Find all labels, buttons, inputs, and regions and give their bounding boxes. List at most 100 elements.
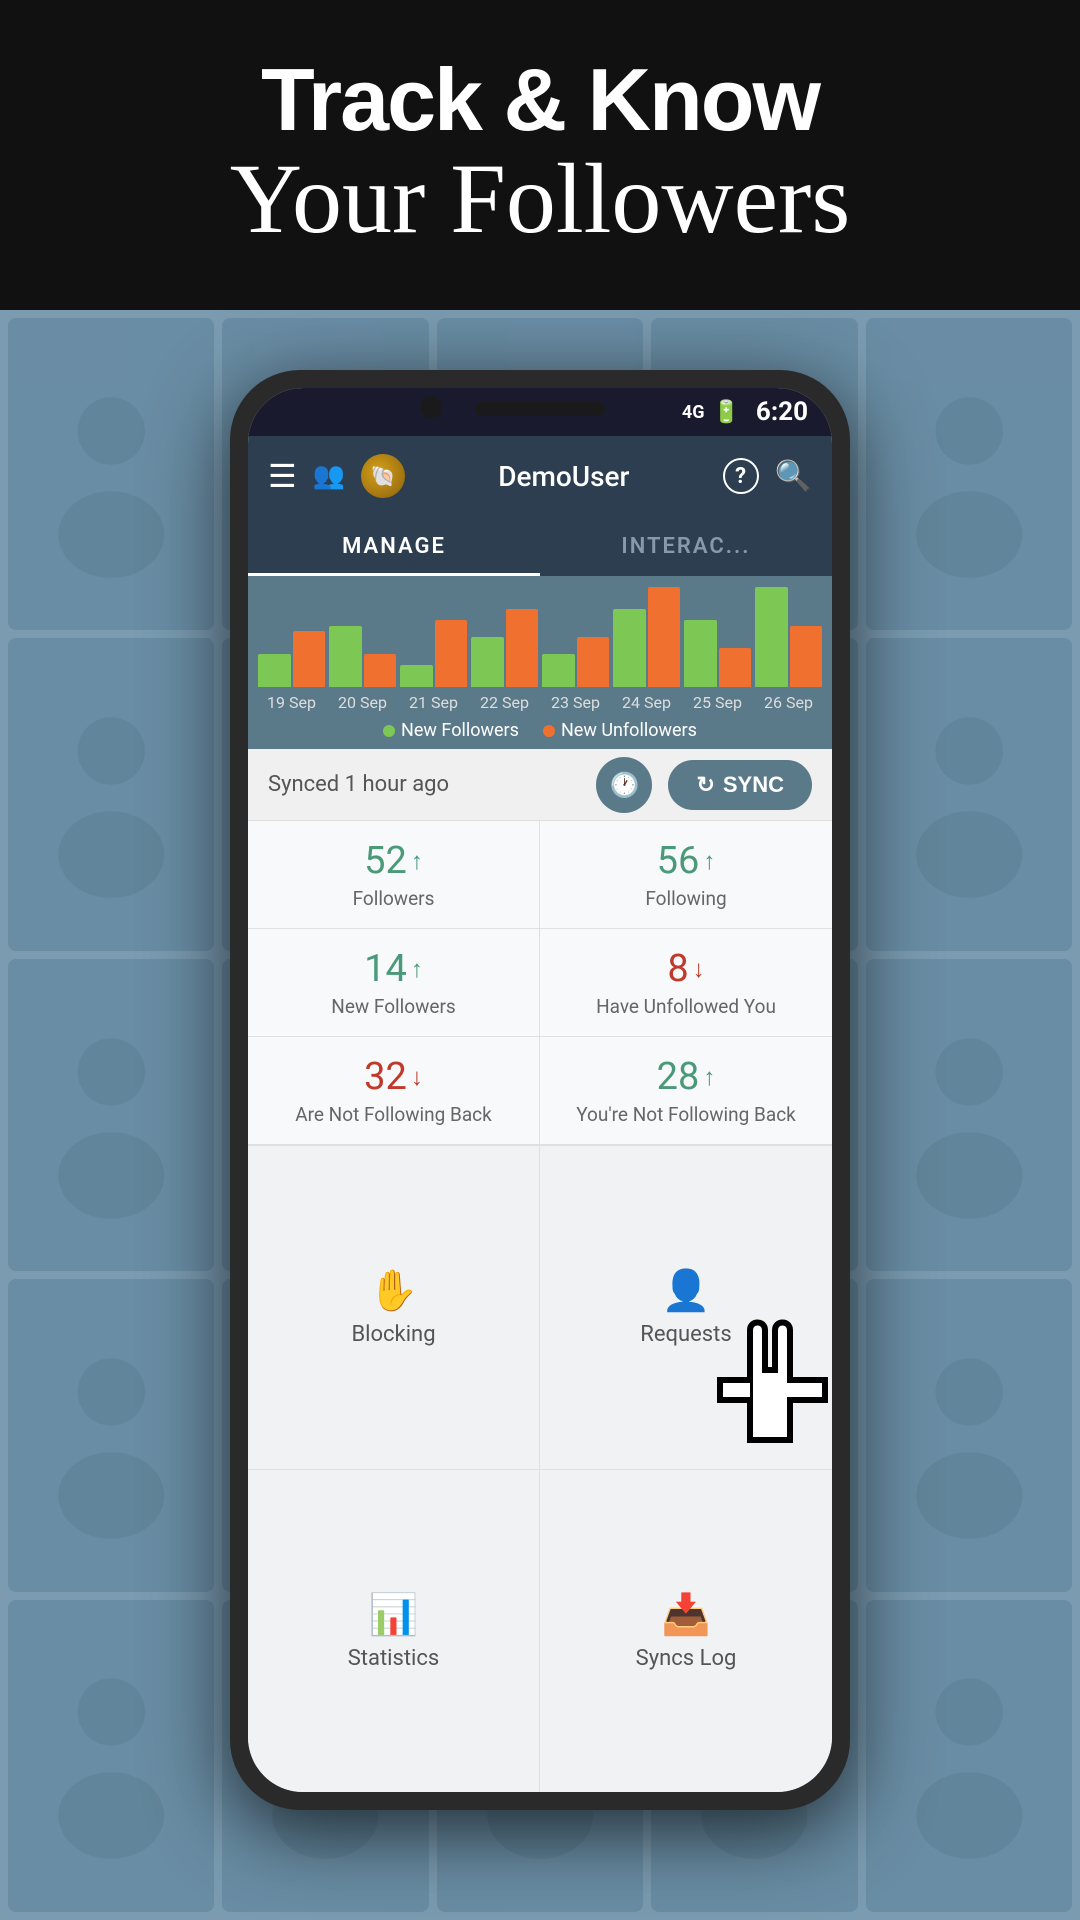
avatar: 🐚: [361, 454, 405, 498]
chart-area: 19 Sep 20 Sep 21 Sep 22 Sep 23 Sep 24 Se…: [248, 576, 832, 749]
legend-new-followers: New Followers: [383, 720, 519, 741]
stat-label: Followers: [258, 887, 529, 910]
stat-cell[interactable]: 32↓ Are Not Following Back: [248, 1037, 540, 1145]
sync-bar: Synced 1 hour ago 🕐 ↻ SYNC: [248, 749, 832, 821]
chart-bars-pair: [613, 587, 680, 687]
hero-section: Track & Know Your Followers: [0, 0, 1080, 310]
stat-label: New Followers: [258, 995, 529, 1018]
chart-legend: New Followers New Unfollowers: [258, 720, 822, 741]
phone-screen: 4G 🔋 6:20 ☰ 👥 🐚 DemoUser ? 🔍: [248, 388, 832, 1792]
bar-orange: [364, 654, 397, 687]
stat-label: Are Not Following Back: [258, 1103, 529, 1126]
stat-cell[interactable]: 8↓ Have Unfollowed You: [540, 929, 832, 1037]
chart-date-label: 20 Sep: [338, 693, 387, 712]
stat-label: You're Not Following Back: [550, 1103, 822, 1126]
phone-mockup: 4G 🔋 6:20 ☰ 👥 🐚 DemoUser ? 🔍: [230, 370, 850, 1810]
bottom-cell-label: Blocking: [351, 1322, 435, 1347]
chart-date-label: 26 Sep: [764, 693, 813, 712]
bar-green: [471, 637, 504, 687]
bottom-icon-blocking[interactable]: ✋ Blocking: [248, 1145, 540, 1469]
help-icon[interactable]: ?: [723, 458, 759, 494]
stat-cell[interactable]: 14↑ New Followers: [248, 929, 540, 1037]
arrow-up-icon: ↑: [703, 847, 715, 876]
chart-bars-pair: [755, 587, 822, 687]
chart-bars-pair: [329, 626, 396, 687]
stat-number: 56↑: [550, 839, 822, 883]
legend-dot-orange: [543, 725, 555, 737]
bar-green: [542, 654, 575, 687]
stat-cell[interactable]: 52↑ Followers: [248, 821, 540, 929]
stat-number: 28↑: [550, 1055, 822, 1099]
chart-bars-pair: [400, 620, 467, 687]
chart-group: 26 Sep: [755, 587, 822, 712]
chart-group: 19 Sep: [258, 631, 325, 712]
bar-green: [684, 620, 717, 687]
tab-interact[interactable]: INTERAC...: [540, 516, 832, 576]
bottom-cell-label: Statistics: [348, 1646, 440, 1671]
phone-speaker: [475, 402, 605, 416]
hero-line1: Track & Know: [261, 56, 819, 144]
bottom-cell-icon: 👤: [661, 1267, 711, 1314]
chart-date-label: 25 Sep: [693, 693, 742, 712]
phone-outer: 4G 🔋 6:20 ☰ 👥 🐚 DemoUser ? 🔍: [230, 370, 850, 1810]
sync-text: Synced 1 hour ago: [268, 772, 580, 797]
avatar-cell: [8, 318, 214, 630]
bar-orange: [648, 587, 681, 687]
app-header: ☰ 👥 🐚 DemoUser ? 🔍: [248, 436, 832, 516]
bottom-icon-statistics[interactable]: 📊 Statistics: [248, 1469, 540, 1793]
status-time: 6:20: [756, 397, 808, 427]
avatar-cell: [8, 959, 214, 1271]
sync-history-button[interactable]: 🕐: [596, 757, 652, 813]
tab-bar: MANAGE INTERAC...: [248, 516, 832, 576]
sync-button[interactable]: ↻ SYNC: [668, 760, 812, 810]
bar-green: [329, 626, 362, 687]
avatar-cell: [866, 318, 1072, 630]
chart-date-label: 22 Sep: [480, 693, 529, 712]
bottom-cell-label: Requests: [640, 1322, 731, 1347]
avatar-cell: [866, 638, 1072, 950]
bar-green: [755, 587, 788, 687]
stats-grid: 52↑ Followers 56↑ Following 14↑ New Foll…: [248, 821, 832, 1145]
bar-green: [258, 654, 291, 687]
bar-orange: [719, 648, 752, 687]
bottom-icon-requests[interactable]: 👤 Requests: [540, 1145, 832, 1469]
avatar-cell: [866, 1600, 1072, 1912]
chart-bars-pair: [542, 637, 609, 687]
stat-label: Have Unfollowed You: [550, 995, 822, 1018]
tab-manage[interactable]: MANAGE: [248, 516, 540, 576]
chart-bars-pair: [258, 631, 325, 687]
header-actions: ? 🔍: [723, 458, 812, 494]
stat-cell[interactable]: 28↑ You're Not Following Back: [540, 1037, 832, 1145]
bottom-cell-icon: 📊: [369, 1591, 419, 1638]
avatar-cell: [8, 1600, 214, 1912]
chart-group: 23 Sep: [542, 637, 609, 712]
chart-date-label: 24 Sep: [622, 693, 671, 712]
bottom-icons: ✋ Blocking 👤 Requests 📊 Statistics 📥 Syn…: [248, 1145, 832, 1792]
arrow-up-icon: ↑: [411, 847, 423, 876]
chart-bars-pair: [684, 620, 751, 687]
avatar-cell: [866, 959, 1072, 1271]
chart-group: 22 Sep: [471, 609, 538, 712]
avatar-cell: [866, 1279, 1072, 1591]
search-icon[interactable]: 🔍: [775, 459, 812, 494]
chart-group: 21 Sep: [400, 620, 467, 712]
users-icon[interactable]: 👥: [313, 461, 345, 491]
status-icons: 4G 🔋 6:20: [682, 397, 808, 427]
chart-group: 20 Sep: [329, 626, 396, 712]
stat-number: 8↓: [550, 947, 822, 991]
bar-green: [400, 665, 433, 687]
arrow-down-icon: ↓: [411, 1063, 423, 1092]
chart-bars: 19 Sep 20 Sep 21 Sep 22 Sep 23 Sep 24 Se…: [258, 592, 822, 712]
stat-cell[interactable]: 56↑ Following: [540, 821, 832, 929]
battery-icon: 🔋: [713, 400, 740, 425]
background-section: 4G 🔋 6:20 ☰ 👥 🐚 DemoUser ? 🔍: [0, 310, 1080, 1920]
bottom-icon-syncs-log[interactable]: 📥 Syncs Log: [540, 1469, 832, 1793]
avatar-cell: [8, 1279, 214, 1591]
bar-green: [613, 609, 646, 687]
menu-icon[interactable]: ☰: [268, 457, 297, 495]
stat-number: 14↑: [258, 947, 529, 991]
legend-new-unfollowers: New Unfollowers: [543, 720, 697, 741]
hero-line2: Your Followers: [230, 144, 851, 254]
bar-orange: [577, 637, 610, 687]
phone-camera: [420, 396, 442, 418]
